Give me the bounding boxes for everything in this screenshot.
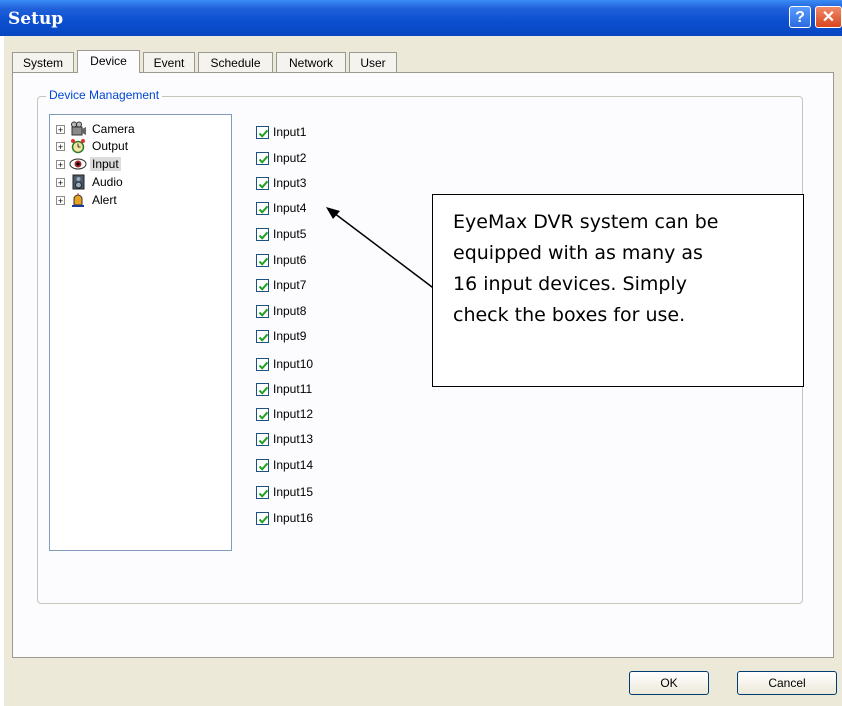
input-row[interactable]: Input11 <box>256 381 312 397</box>
checkbox[interactable] <box>256 432 269 446</box>
tree-item-label: Output <box>92 139 129 153</box>
tree-item-label: Camera <box>92 122 135 136</box>
input-row[interactable]: Input12 <box>256 406 313 422</box>
checkbox[interactable] <box>256 511 269 525</box>
tree-item-audio[interactable]: + Audio <box>56 173 125 191</box>
checkbox[interactable] <box>256 278 269 292</box>
checkbox-label: Input5 <box>273 227 307 241</box>
checkbox-label: Input2 <box>273 151 307 165</box>
input-row[interactable]: Input2 <box>256 150 306 166</box>
expand-icon[interactable]: + <box>56 195 65 205</box>
tree-item-label: Alert <box>92 193 117 207</box>
checkbox[interactable] <box>256 151 269 165</box>
checkbox-label: Input9 <box>273 329 307 343</box>
tab-device[interactable]: Device <box>77 50 140 73</box>
expand-icon[interactable]: + <box>56 141 65 151</box>
callout-box: EyeMax DVR system can be equipped with a… <box>432 194 804 387</box>
expand-icon[interactable]: + <box>56 124 65 134</box>
close-button[interactable]: ✕ <box>815 6 842 28</box>
input-row[interactable]: Input6 <box>256 252 306 268</box>
ok-button[interactable]: OK <box>629 671 709 695</box>
checkbox-label: Input4 <box>273 201 307 215</box>
checkbox-label: Input15 <box>273 485 314 499</box>
checkbox[interactable] <box>256 176 269 190</box>
checkbox-label: Input6 <box>273 253 307 267</box>
callout-line: EyeMax DVR system can be <box>453 211 719 233</box>
expand-icon[interactable]: + <box>56 159 65 169</box>
input-row[interactable]: Input7 <box>256 277 306 293</box>
tab-event[interactable]: Event <box>143 52 195 72</box>
callout-line: 16 input devices. Simply <box>453 273 687 295</box>
checkbox-label: Input16 <box>273 511 314 525</box>
checkbox[interactable] <box>256 458 269 472</box>
tab-user[interactable]: User <box>349 52 397 72</box>
input-row[interactable]: Input15 <box>256 484 313 500</box>
checkbox-label: Input13 <box>273 432 314 446</box>
help-button[interactable]: ? <box>789 6 811 28</box>
checkbox-label: Input3 <box>273 176 307 190</box>
tree-item-input[interactable]: + Input <box>56 155 121 173</box>
setup-window: Setup ? ✕ System Device Event Schedule N… <box>0 0 842 706</box>
checkbox[interactable] <box>256 329 269 343</box>
input-row[interactable]: Input4 <box>256 200 306 216</box>
group-title: Device Management <box>46 88 163 102</box>
tree-item-output[interactable]: + Output <box>56 137 130 155</box>
tree-item-alert[interactable]: + Alert <box>56 191 119 209</box>
expand-icon[interactable]: + <box>56 177 65 187</box>
title-bar[interactable]: Setup ? ✕ <box>0 0 842 36</box>
eye-icon <box>69 156 87 172</box>
tree-item-label: Input <box>90 157 121 171</box>
input-row[interactable]: Input5 <box>256 226 306 242</box>
checkbox-label: Input11 <box>273 382 313 396</box>
input-row[interactable]: Input10 <box>256 356 313 372</box>
checkbox[interactable] <box>256 382 269 396</box>
cancel-button[interactable]: Cancel <box>737 671 837 695</box>
callout-line: equipped with as many as <box>453 242 703 264</box>
checkbox[interactable] <box>256 485 269 499</box>
tree-item-camera[interactable]: + Camera <box>56 120 137 138</box>
input-row[interactable]: Input13 <box>256 431 313 447</box>
input-row[interactable]: Input3 <box>256 175 306 191</box>
checkbox[interactable] <box>256 357 269 371</box>
device-tree[interactable]: + Camera + Output + Input + Audio + Aler… <box>49 114 232 551</box>
checkbox[interactable] <box>256 227 269 241</box>
checkbox-label: Input10 <box>273 357 314 371</box>
camera-icon <box>69 121 87 137</box>
tab-schedule[interactable]: Schedule <box>198 52 273 72</box>
input-row[interactable]: Input8 <box>256 303 306 319</box>
tab-network[interactable]: Network <box>276 52 346 72</box>
checkbox-label: Input12 <box>273 407 314 421</box>
checkbox[interactable] <box>256 253 269 267</box>
input-row[interactable]: Input1 <box>256 124 306 140</box>
checkbox[interactable] <box>256 201 269 215</box>
input-row[interactable]: Input16 <box>256 510 313 526</box>
checkbox-label: Input8 <box>273 304 307 318</box>
input-row[interactable]: Input9 <box>256 328 306 344</box>
window-title: Setup <box>8 9 64 29</box>
callout-line: check the boxes for use. <box>453 304 686 326</box>
siren-icon <box>69 192 87 208</box>
speaker-icon <box>69 174 87 190</box>
checkbox[interactable] <box>256 304 269 318</box>
checkbox-label: Input1 <box>273 125 307 139</box>
checkbox-label: Input14 <box>273 458 314 472</box>
tree-item-label: Audio <box>92 175 123 189</box>
checkbox[interactable] <box>256 125 269 139</box>
checkbox[interactable] <box>256 407 269 421</box>
input-row[interactable]: Input14 <box>256 457 313 473</box>
alarm-clock-icon <box>69 138 87 154</box>
tab-system[interactable]: System <box>12 52 74 72</box>
checkbox-label: Input7 <box>273 278 307 292</box>
